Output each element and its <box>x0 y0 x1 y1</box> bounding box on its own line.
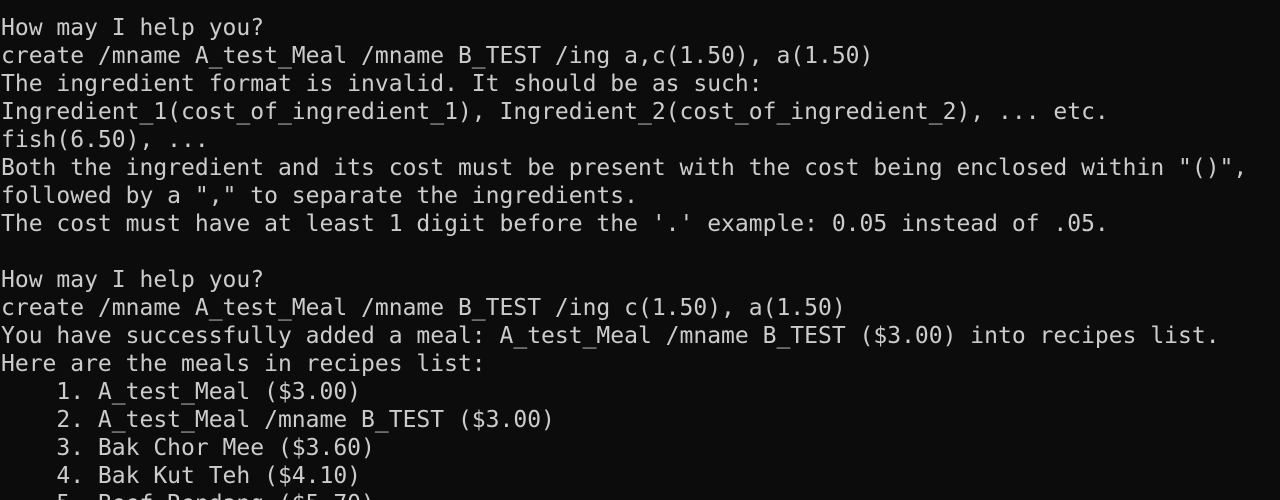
recipe-list-item: 4. Bak Kut Teh ($4.10) <box>1 463 362 489</box>
success-message-line: You have successfully added a meal: A_te… <box>1 323 1220 349</box>
command-line: create /mname A_test_Meal /mname B_TEST … <box>1 43 874 69</box>
recipe-list-item: 1. A_test_Meal ($3.00) <box>1 379 362 405</box>
terminal-output[interactable]: How may I help you? create /mname A_test… <box>0 14 1280 500</box>
error-message-line: fish(6.50), ... <box>1 127 209 153</box>
error-message-line: The ingredient format is invalid. It sho… <box>1 71 763 97</box>
prompt-line: How may I help you? <box>1 15 265 41</box>
recipe-list-item: 5. Beef Rendang ($5.70) <box>0 490 1280 500</box>
error-message-line: Both the ingredient and its cost must be… <box>1 155 1248 181</box>
list-heading-line: Here are the meals in recipes list: <box>1 351 486 377</box>
error-message-line: The cost must have at least 1 digit befo… <box>1 211 1109 237</box>
command-line: create /mname A_test_Meal /mname B_TEST … <box>1 295 846 321</box>
prompt-line: How may I help you? <box>1 267 265 293</box>
recipe-list-item: 2. A_test_Meal /mname B_TEST ($3.00) <box>1 407 555 433</box>
error-message-line: Ingredient_1(cost_of_ingredient_1), Ingr… <box>1 99 1109 125</box>
recipe-list-item: 3. Bak Chor Mee ($3.60) <box>1 435 375 461</box>
error-message-line: followed by a "," to separate the ingred… <box>1 183 638 209</box>
